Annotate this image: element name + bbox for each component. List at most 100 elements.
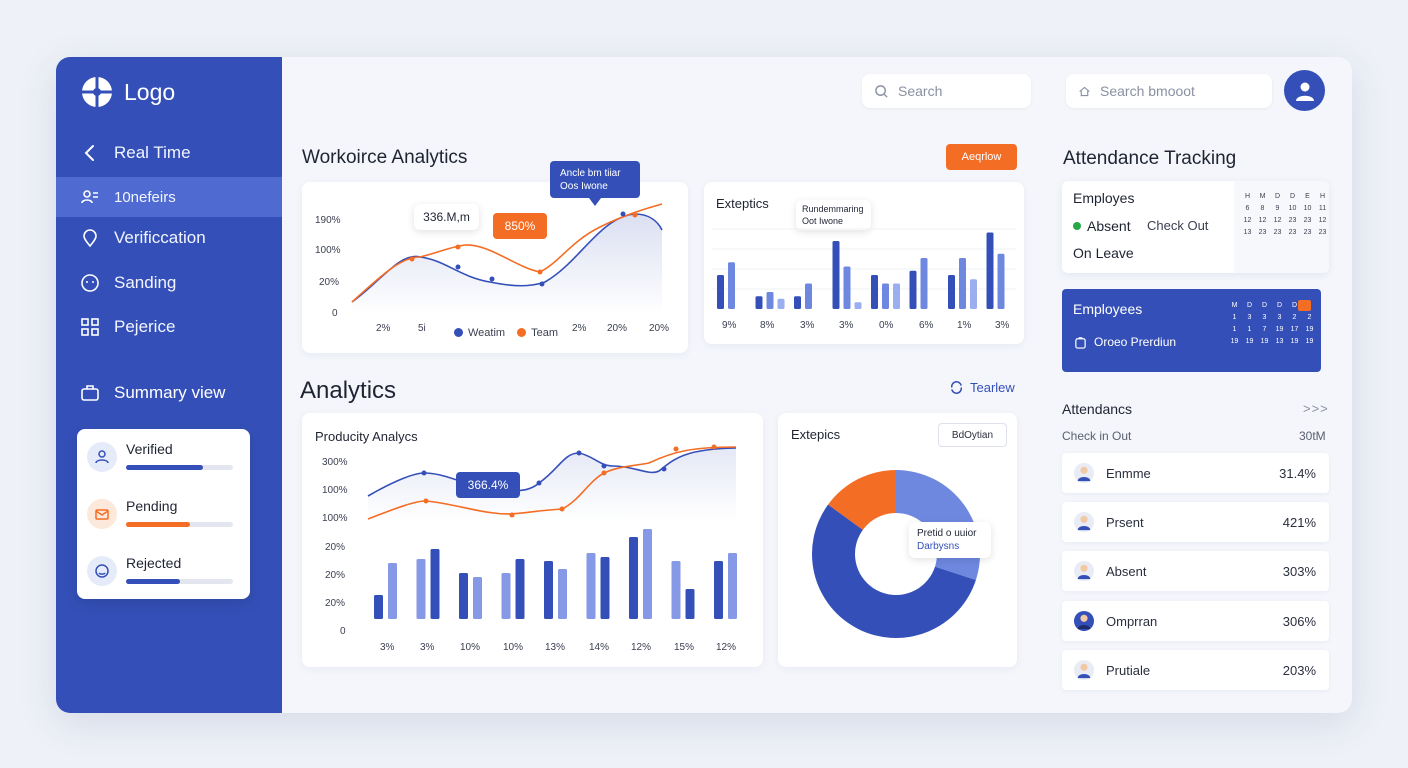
y-tick: 190%: [315, 215, 341, 226]
summary-row-rejected[interactable]: Rejected: [87, 553, 237, 593]
calendar-day[interactable]: 19: [1302, 338, 1317, 345]
calendar-day[interactable]: 23: [1285, 229, 1300, 236]
list-item-name: Absent: [1106, 563, 1147, 579]
user-check-icon: [87, 442, 117, 472]
calendar-day[interactable]: 3: [1242, 314, 1257, 321]
bar: [843, 266, 851, 309]
bar: [629, 537, 638, 619]
data-point: [673, 446, 679, 452]
attendance-checkout[interactable]: Check Out: [1147, 218, 1208, 233]
employees-card[interactable]: Employees Oroeo Prerdiun MDDDD1333221171…: [1062, 289, 1321, 372]
bar: [777, 298, 785, 309]
calendar-day[interactable]: 19: [1287, 338, 1302, 345]
calendar-day[interactable]: 1: [1242, 326, 1257, 333]
search-icon: [875, 84, 888, 98]
user-avatar[interactable]: [1284, 70, 1325, 111]
calendar-day[interactable]: 19: [1302, 326, 1317, 333]
summary-row-verified[interactable]: Verified: [87, 439, 237, 479]
calendar-day[interactable]: 7: [1257, 326, 1272, 333]
calendar-day[interactable]: H: [1315, 193, 1330, 200]
sidebar-item-pejerice[interactable]: Pejerice: [56, 307, 282, 347]
calendar-day[interactable]: 8: [1255, 205, 1270, 212]
calendar-day[interactable]: 2: [1302, 314, 1317, 321]
calendar-day[interactable]: 23: [1315, 229, 1330, 236]
sidebar-item-real-time[interactable]: Real Time: [56, 133, 282, 173]
data-point: [539, 281, 545, 287]
calendar-day[interactable]: 19: [1257, 338, 1272, 345]
x-tick: 6%: [919, 320, 934, 331]
calendar-day[interactable]: 19: [1242, 338, 1257, 345]
calendar-day[interactable]: 19: [1227, 338, 1242, 345]
calendar-day[interactable]: 6: [1240, 205, 1255, 212]
calendar-day[interactable]: 23: [1255, 229, 1270, 236]
donut-filter-button[interactable]: BdOytian: [938, 423, 1007, 447]
legend-item[interactable]: Weatim: [454, 327, 505, 339]
legend-item[interactable]: Team: [517, 327, 558, 339]
summary-row-pending[interactable]: Pending: [87, 496, 237, 536]
attendance-list-subtitle-value: 30tM: [1299, 429, 1326, 443]
sidebar-item-sanding[interactable]: Sanding: [56, 263, 282, 303]
calendar-day[interactable]: 1: [1227, 326, 1242, 333]
calendar-day[interactable]: 17: [1287, 326, 1302, 333]
calendar-day[interactable]: 13: [1272, 338, 1287, 345]
list-item[interactable]: Absent 303%: [1062, 551, 1329, 591]
y-tick: 20%: [325, 542, 346, 553]
calendar-day[interactable]: D: [1242, 302, 1257, 309]
calendar-day[interactable]: 11: [1315, 205, 1330, 212]
calendar-day[interactable]: M: [1255, 193, 1270, 200]
analytics-link[interactable]: Tearlew: [949, 380, 1015, 395]
calendar-day[interactable]: H: [1240, 193, 1255, 200]
calendar-day[interactable]: 1: [1227, 314, 1242, 321]
calendar-day[interactable]: 3: [1272, 314, 1287, 321]
calendar-day[interactable]: 19: [1272, 326, 1287, 333]
calendar-day[interactable]: 12: [1270, 217, 1285, 224]
calendar-day[interactable]: 12: [1240, 217, 1255, 224]
list-item[interactable]: Enmme 31.4%: [1062, 453, 1329, 493]
calendar-day[interactable]: 12: [1315, 217, 1330, 224]
calendar-day[interactable]: 13: [1240, 229, 1255, 236]
list-item[interactable]: Prutiale 203%: [1062, 650, 1329, 690]
sidebar-item-members[interactable]: 10nefeirs: [56, 177, 282, 217]
person-icon: [1074, 512, 1094, 532]
calendar-day[interactable]: 10: [1285, 205, 1300, 212]
list-item[interactable]: Omprran 306%: [1062, 601, 1329, 641]
calendar-day[interactable]: 3: [1257, 314, 1272, 321]
data-point: [601, 470, 607, 476]
calendar-day[interactable]: 12: [1255, 217, 1270, 224]
list-item-value: 421%: [1282, 514, 1316, 530]
x-tick: 5i: [418, 323, 426, 334]
calendar-day[interactable]: D: [1285, 193, 1300, 200]
workforce-action-button[interactable]: Aeqrlow: [946, 144, 1017, 170]
calendar-day[interactable]: D: [1272, 302, 1287, 309]
bar: [920, 258, 928, 309]
sidebar-item-verification[interactable]: Verificcation: [56, 218, 282, 258]
data-point: [455, 244, 461, 250]
calendar-day[interactable]: E: [1300, 193, 1315, 200]
summary-view-header[interactable]: Summary view: [80, 383, 225, 403]
calendar-day[interactable]: 23: [1300, 229, 1315, 236]
sidebar: Logo Real Time 10nefeirs Verificcation S…: [56, 57, 282, 713]
mini-calendar[interactable]: H M D D E H 6 8 9 10 10 11 12 12 12 23 23 12 13 23 23 23 23 23: [1240, 193, 1330, 236]
mail-icon: [87, 499, 117, 529]
logo[interactable]: Logo: [80, 75, 175, 109]
calendar-day[interactable]: 23: [1270, 229, 1285, 236]
calendar-day[interactable]: 10: [1300, 205, 1315, 212]
calendar-day[interactable]: 9: [1270, 205, 1285, 212]
list-item-value: 203%: [1282, 662, 1316, 678]
search-placeholder: Search bmooot: [1100, 83, 1195, 99]
calendar-day[interactable]: 2: [1287, 314, 1302, 321]
users-icon: [81, 190, 98, 204]
calendar-day[interactable]: 23: [1285, 217, 1300, 224]
calendar-day[interactable]: 23: [1300, 217, 1315, 224]
x-tick: 3%: [995, 320, 1010, 331]
calendar-day[interactable]: D: [1257, 302, 1272, 309]
progress-track: [126, 522, 233, 527]
search-input-2[interactable]: Search bmooot: [1066, 74, 1272, 108]
calendar-day[interactable]: D: [1270, 193, 1285, 200]
double-chevron-right-icon[interactable]: >>>: [1303, 401, 1329, 416]
search-input[interactable]: Search: [862, 74, 1031, 108]
list-item-name: Prutiale: [1106, 662, 1151, 678]
list-item[interactable]: Prsent 421%: [1062, 502, 1329, 542]
calendar-day[interactable]: M: [1227, 302, 1242, 309]
bar: [374, 595, 383, 619]
